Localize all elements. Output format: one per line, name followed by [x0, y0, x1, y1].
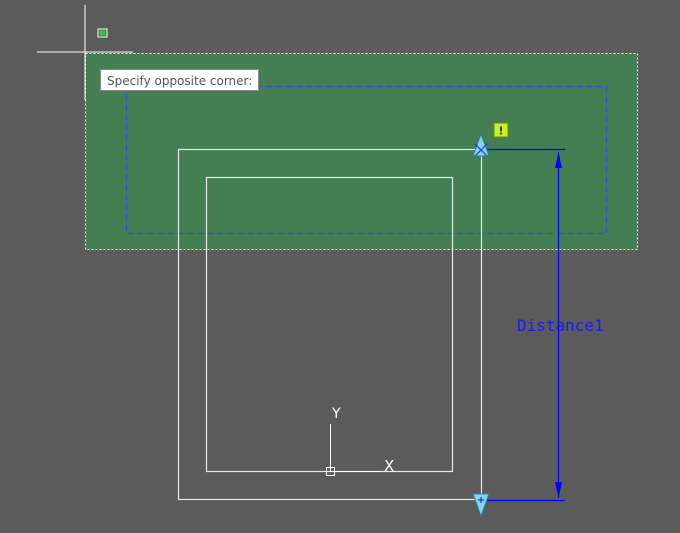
- grip-bottom[interactable]: [472, 493, 490, 518]
- svg-text:!: !: [498, 125, 503, 138]
- ucs-x-label: X: [384, 457, 394, 475]
- ucs-y-label: Y: [331, 406, 341, 422]
- arrowhead-bottom: [555, 482, 562, 498]
- command-prompt-tooltip: Specify opposite corner:: [100, 69, 260, 91]
- warning-badge-icon[interactable]: !: [493, 122, 509, 138]
- dimension-label: Distance1: [517, 316, 604, 335]
- ucs-icon: Y X: [326, 406, 394, 476]
